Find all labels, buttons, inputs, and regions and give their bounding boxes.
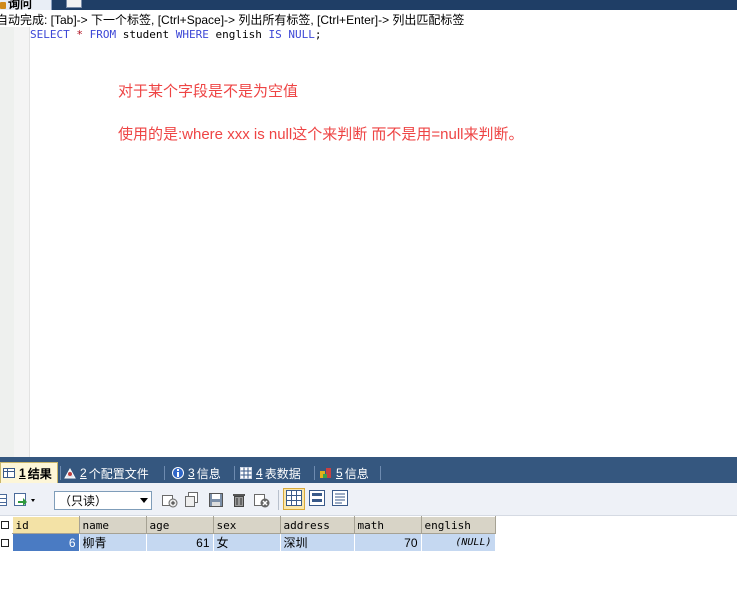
column-header-math[interactable]: math — [353, 516, 422, 534]
cell-english[interactable]: (NULL) — [420, 533, 496, 552]
text-view-icon — [332, 489, 348, 509]
line-number-gutter — [0, 27, 14, 457]
column-header-name[interactable]: name — [78, 516, 147, 534]
sql-keyword-from: FROM — [89, 28, 117, 41]
new-tab-button[interactable] — [66, 0, 82, 8]
sql-line[interactable]: SELECT * FROM student WHERE english IS N… — [30, 28, 321, 41]
sql-keyword-null: NULL — [288, 28, 315, 41]
cell-age[interactable]: 61 — [145, 533, 214, 552]
tab-profile[interactable]: 2 个配置文件 — [64, 463, 149, 483]
table-data-icon — [240, 467, 252, 479]
query-tab-icon — [0, 2, 6, 9]
export-icon[interactable] — [14, 492, 35, 508]
tab-divider — [60, 466, 61, 480]
sql-keyword-where: WHERE — [175, 28, 209, 41]
readonly-select-value: （只读） — [59, 494, 108, 508]
tab-query[interactable]: 询问 — [0, 0, 52, 10]
profile-icon — [64, 467, 76, 479]
select-all-checkbox[interactable] — [0, 516, 12, 534]
row-checkbox[interactable] — [0, 533, 12, 552]
sql-table-name: student — [122, 28, 170, 41]
grid-view-button[interactable] — [283, 488, 305, 510]
cell-name[interactable]: 柳青 — [78, 533, 147, 552]
sql-keyword-is: IS — [268, 28, 282, 41]
tab-profile-label: 个配置文件 — [88, 466, 149, 481]
tab-divider — [314, 466, 315, 480]
result-tab-bar: 1 结果 2 个配置文件 3 信息 4 表数据 5 信息 — [0, 461, 737, 483]
toolbar-divider — [278, 490, 279, 510]
grid-result-icon — [3, 467, 15, 479]
tab-query-label: 询问 — [8, 0, 33, 10]
column-header-english[interactable]: english — [420, 516, 496, 534]
tab-table-data-number: 4 — [256, 466, 263, 480]
cell-id[interactable]: 6 — [11, 533, 80, 552]
text-view-button[interactable] — [329, 488, 351, 510]
sql-editor[interactable]: SELECT * FROM student WHERE english IS N… — [0, 27, 737, 457]
duplicate-row-icon[interactable] — [185, 492, 201, 508]
form-view-icon — [309, 489, 325, 509]
tab-result-label: 结果 — [27, 466, 52, 481]
form-view-button[interactable] — [306, 488, 328, 510]
grid-view-icon — [286, 489, 302, 509]
cancel-icon[interactable] — [254, 492, 270, 508]
tab-divider — [380, 466, 381, 480]
sql-column-name: english — [215, 28, 262, 41]
tab-info[interactable]: 3 信息 — [172, 463, 221, 483]
autocomplete-hint-bar: 自动完成: [Tab]-> 下一个标签, [Ctrl+Space]-> 列出所有… — [0, 10, 737, 27]
sql-semicolon: ; — [314, 28, 322, 41]
result-grid[interactable]: id name age sex address math english 6 柳… — [0, 516, 496, 552]
tab-result[interactable]: 1 结果 — [0, 462, 58, 483]
save-icon[interactable] — [208, 492, 224, 508]
tab-history-info[interactable]: 5 信息 — [320, 463, 369, 483]
column-header-id[interactable]: id — [11, 516, 80, 534]
cell-sex[interactable]: 女 — [212, 533, 281, 552]
sql-star: * — [76, 28, 83, 41]
readonly-select[interactable]: （只读） — [54, 491, 152, 510]
tab-info-label: 信息 — [196, 466, 221, 481]
autocomplete-hint-text: 自动完成: [Tab]-> 下一个标签, [Ctrl+Space]-> 列出所有… — [0, 13, 465, 27]
tab-divider — [234, 466, 235, 480]
column-header-address[interactable]: address — [279, 516, 355, 534]
query-tab-strip: 询问 — [0, 0, 737, 10]
cell-address[interactable]: 深圳 — [279, 533, 355, 552]
history-info-icon — [320, 467, 332, 479]
column-header-age[interactable]: age — [145, 516, 214, 534]
tab-result-number: 1 — [19, 466, 26, 480]
checkbox-icon — [1, 521, 9, 529]
tab-history-info-number: 5 — [336, 466, 343, 480]
tab-table-data-label: 表数据 — [264, 466, 301, 481]
info-icon — [172, 467, 184, 479]
cell-math[interactable]: 70 — [353, 533, 422, 552]
table-row[interactable]: 6 柳青 61 女 深圳 70 (NULL) — [0, 533, 496, 552]
tab-info-number: 3 — [188, 466, 195, 480]
add-row-icon[interactable] — [162, 492, 178, 508]
result-toolbar: （只读） — [0, 483, 737, 516]
column-header-sex[interactable]: sex — [212, 516, 281, 534]
tab-table-data[interactable]: 4 表数据 — [240, 463, 301, 483]
grid-options-icon[interactable] — [0, 492, 12, 508]
tab-profile-number: 2 — [80, 466, 87, 480]
tab-divider — [164, 466, 165, 480]
delete-icon[interactable] — [231, 492, 247, 508]
annotation-note-1: 对于某个字段是不是为空值 — [118, 83, 299, 100]
chevron-down-icon — [140, 498, 148, 503]
checkbox-icon — [1, 538, 9, 547]
grid-header-row: id name age sex address math english — [0, 516, 496, 534]
fold-margin — [14, 27, 30, 457]
tab-history-info-label: 信息 — [344, 466, 369, 481]
annotation-note-2: 使用的是:where xxx is null这个来判断 而不是用=null来判断… — [118, 126, 524, 143]
sql-keyword-select: SELECT — [30, 28, 70, 41]
